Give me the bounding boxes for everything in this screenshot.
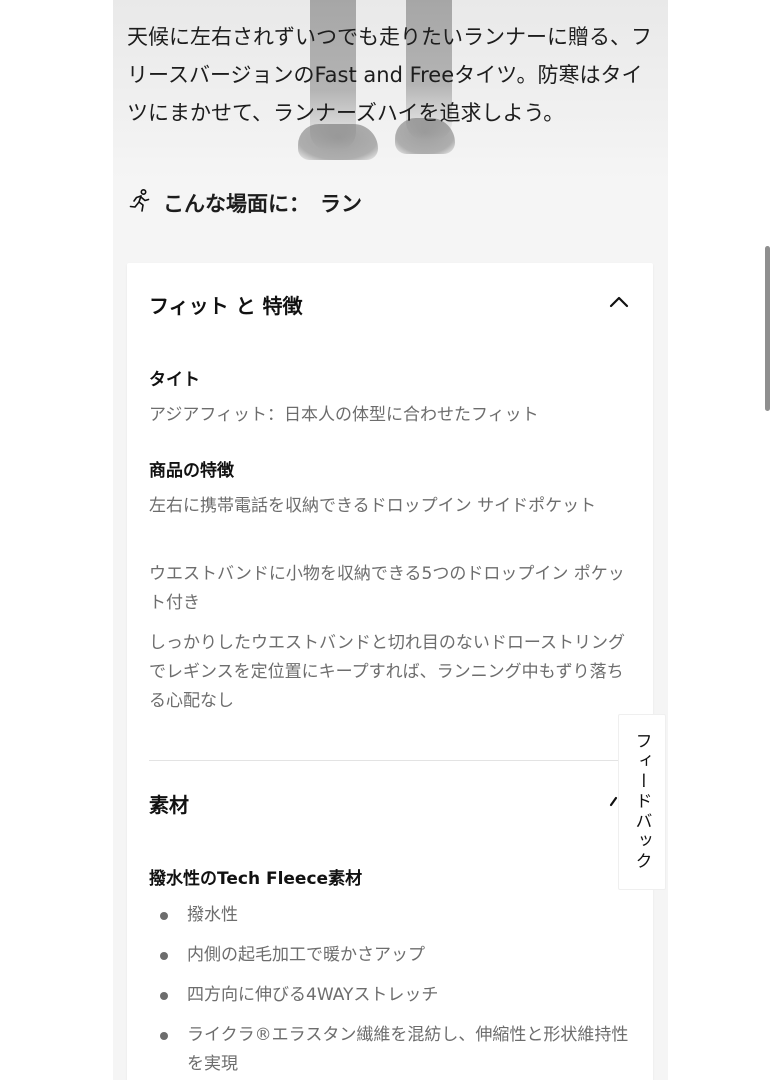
list-item: ライクラ®エラスタン繊維を混紡し、伸縮性と形状維持性を実現 bbox=[149, 1021, 645, 1079]
usage-value: ラン bbox=[320, 192, 362, 216]
feature-item: しっかりしたウエストバンドと切れ目のないドローストリングでレギンスを定位置にキー… bbox=[149, 633, 625, 711]
feedback-button[interactable]: フィードバック bbox=[618, 714, 666, 890]
feature-item: 左右に携帯電話を収納できるドロップイン サイドポケット bbox=[149, 496, 597, 516]
feature-item: ウエストバンドに小物を収納できる5つのドロップイン ポケット付き bbox=[149, 564, 625, 613]
accordion-header-fit[interactable]: フィット と 特徴 bbox=[149, 284, 631, 324]
product-description: 天候に左右されずいつでも走りたいランナーに贈る、フリースバージョンのFast a… bbox=[127, 25, 652, 125]
product-page: 天候に左右されずいつでも走りたいランナーに贈る、フリースバージョンのFast a… bbox=[113, 0, 668, 1080]
accordion-title-material: 素材 bbox=[149, 792, 189, 817]
list-item: 四方向に伸びる4WAYストレッチ bbox=[149, 981, 645, 1010]
chevron-up-icon[interactable] bbox=[607, 290, 631, 319]
details-accordion: フィット と 特徴 タイト アジアフィット：日本人の体型に合わせたフィット 商品… bbox=[127, 263, 653, 1080]
list-item: 撥水性 bbox=[149, 901, 645, 930]
section-divider bbox=[149, 760, 619, 761]
fit-title: タイト bbox=[149, 370, 200, 390]
feedback-label: フィードバック bbox=[631, 732, 652, 872]
material-list: 撥水性 内側の起毛加工で暖かさアップ 四方向に伸びる4WAYストレッチ ライクラ… bbox=[149, 901, 645, 1080]
accordion-title-fit: フィット と 特徴 bbox=[149, 293, 303, 318]
fabric-title: 撥水性のTech Fleece素材 bbox=[149, 869, 363, 889]
runner-icon bbox=[127, 188, 153, 219]
usage-label: こんな場面に： bbox=[163, 192, 310, 216]
accordion-header-material[interactable]: 素材 bbox=[149, 783, 631, 823]
scrollbar-thumb[interactable] bbox=[765, 246, 770, 411]
usage-row: こんな場面に： ラン bbox=[127, 183, 362, 223]
fit-text: アジアフィット：日本人の体型に合わせたフィット bbox=[149, 405, 539, 425]
features-title: 商品の特徴 bbox=[149, 461, 234, 481]
list-item: 内側の起毛加工で暖かさアップ bbox=[149, 941, 645, 970]
